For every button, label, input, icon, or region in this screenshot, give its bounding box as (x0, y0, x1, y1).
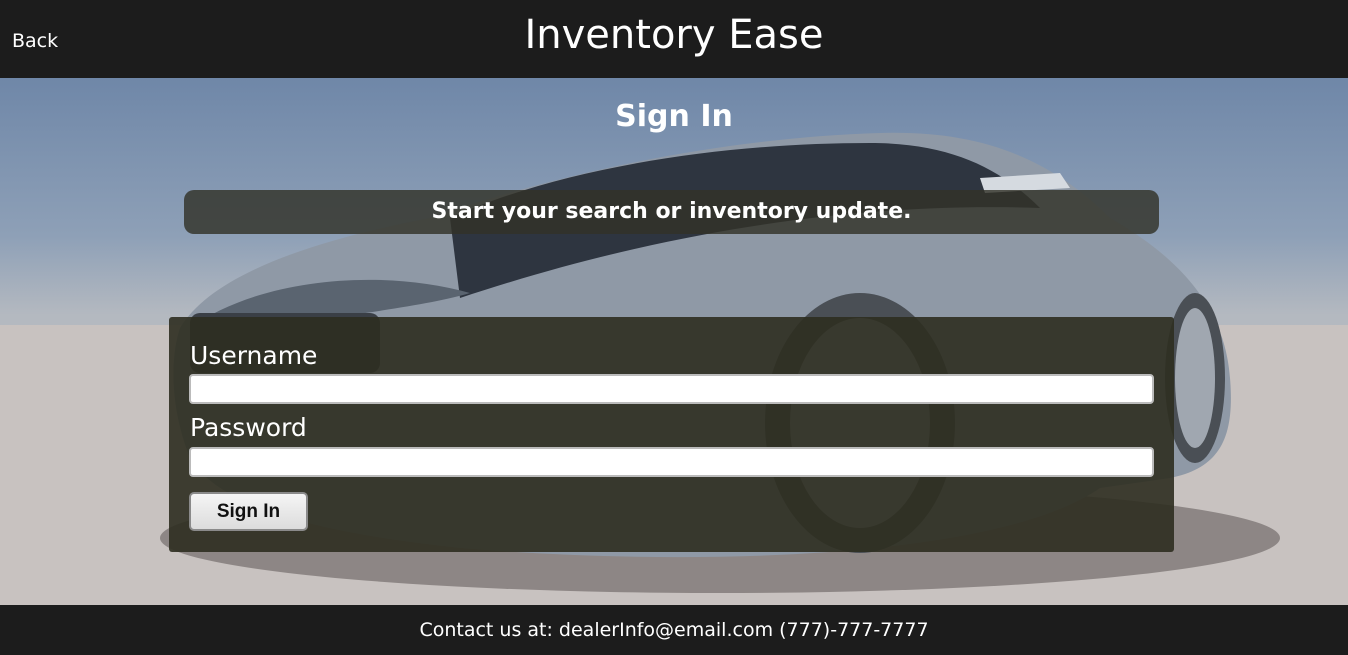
sign-in-button[interactable]: Sign In (189, 492, 308, 531)
sign-in-form: Username Password Sign In (169, 317, 1174, 552)
username-label: Username (190, 341, 318, 370)
tagline-banner: Start your search or inventory update. (184, 190, 1159, 234)
tagline-text: Start your search or inventory update. (431, 199, 912, 224)
password-input[interactable] (189, 447, 1154, 477)
app-title: Inventory Ease (524, 12, 824, 58)
footer: Contact us at: dealerInfo@email.com (777… (0, 605, 1348, 649)
hero-background: Sign In Start your search or inventory u… (0, 78, 1348, 605)
contact-info: Contact us at: dealerInfo@email.com (777… (419, 619, 929, 641)
top-header: Back Inventory Ease (0, 0, 1348, 78)
page-heading: Sign In (615, 99, 733, 134)
username-input[interactable] (189, 374, 1154, 404)
password-label: Password (190, 413, 307, 442)
